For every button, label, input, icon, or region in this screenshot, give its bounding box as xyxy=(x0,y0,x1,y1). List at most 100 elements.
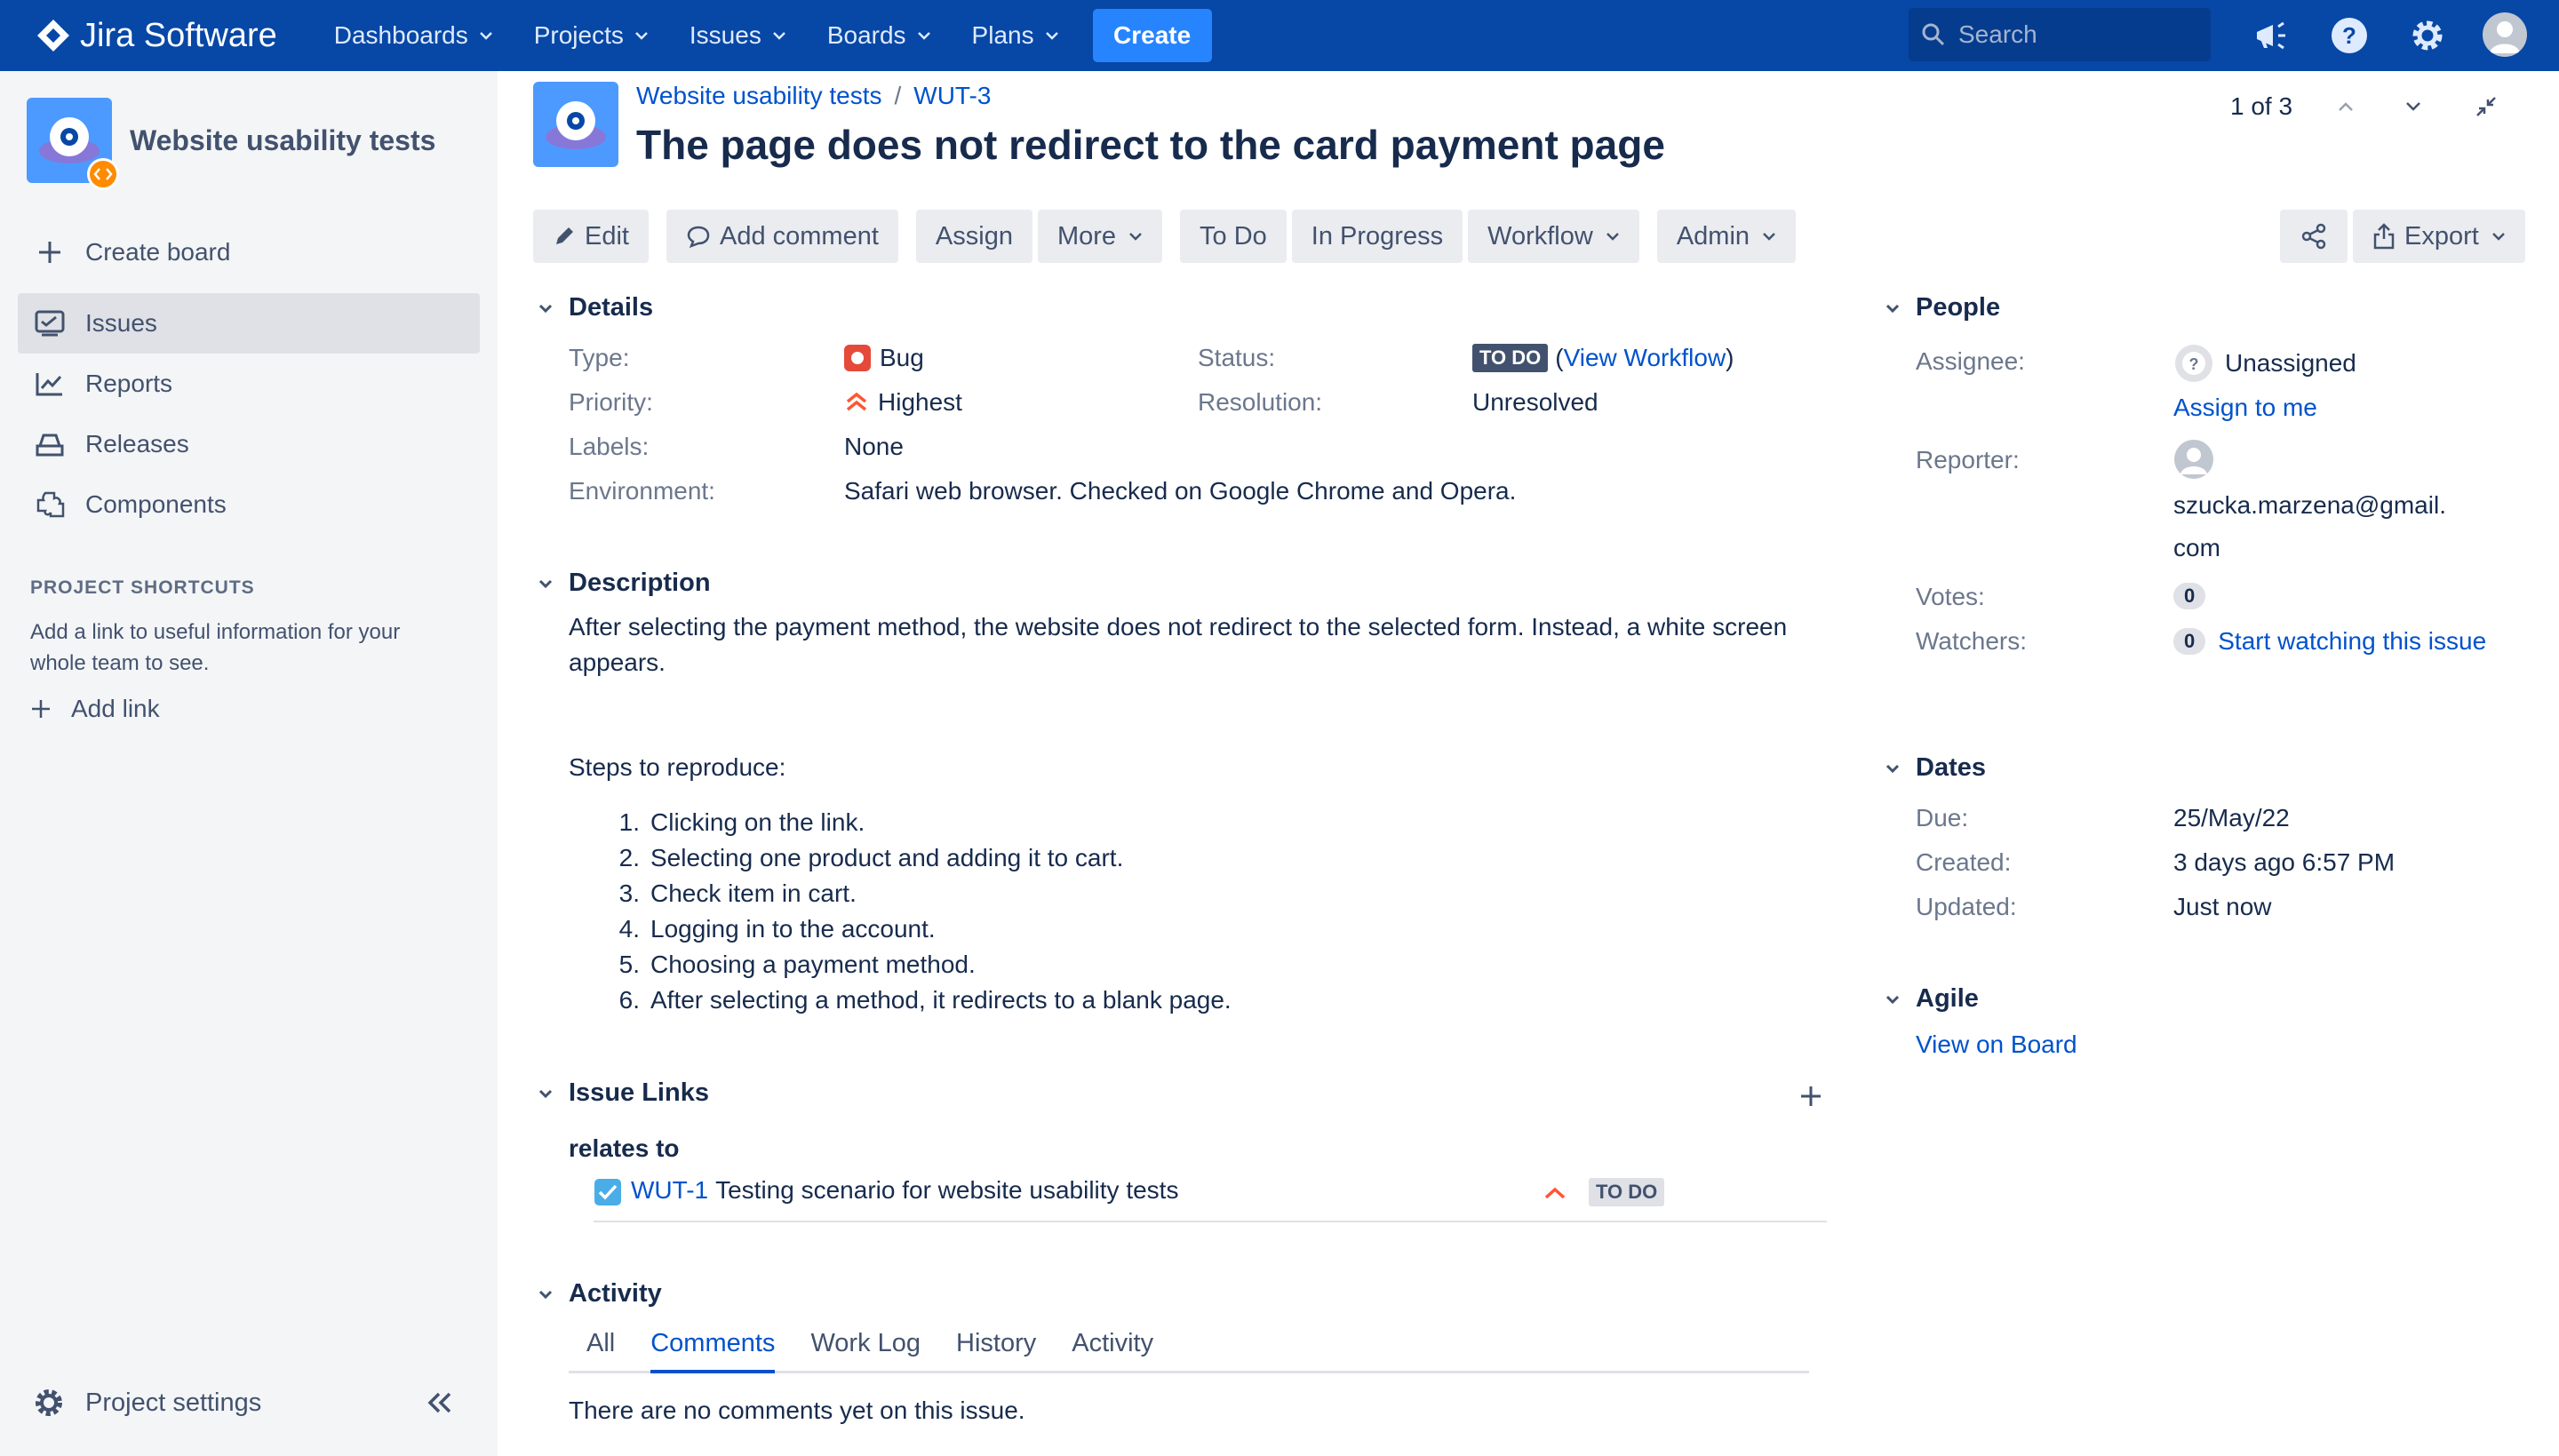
chevron-down-icon[interactable] xyxy=(2404,100,2422,113)
type-label: Type: xyxy=(569,344,630,371)
export-label: Export xyxy=(2404,221,2479,251)
people-heading: People xyxy=(1916,293,2001,322)
add-comment-label: Add comment xyxy=(719,221,879,251)
activity-section-toggle[interactable]: Activity xyxy=(533,1279,662,1309)
chevron-down-icon xyxy=(1885,764,1900,773)
breadcrumb-project-link[interactable]: Website usability tests xyxy=(636,82,882,110)
tab-work-log[interactable]: Work Log xyxy=(810,1329,921,1373)
export-icon xyxy=(2373,223,2395,250)
votes-label: Votes: xyxy=(1916,583,1985,610)
user-avatar[interactable] xyxy=(2483,12,2527,57)
task-checkbox-icon xyxy=(594,1179,621,1205)
sidebar-item-components[interactable]: Components xyxy=(18,474,480,535)
breadcrumb-issue-key[interactable]: WUT-3 xyxy=(913,82,991,110)
collapse-sidebar-icon[interactable] xyxy=(425,1389,455,1420)
chevron-down-icon xyxy=(917,32,930,40)
plus-icon xyxy=(32,240,68,265)
sidebar-item-label: Issues xyxy=(85,309,157,337)
watchers-value: 0 Start watching this issue xyxy=(2173,627,2486,656)
chevron-down-icon xyxy=(479,32,492,40)
updated-label: Updated: xyxy=(1916,893,2017,920)
updated-value: Just now xyxy=(2173,893,2272,920)
unassigned-avatar-icon: ? xyxy=(2175,345,2212,382)
notifications-icon[interactable] xyxy=(2248,12,2294,59)
search-input[interactable] xyxy=(1958,20,2198,49)
chevron-down-icon xyxy=(2491,233,2505,241)
add-comment-button[interactable]: Add comment xyxy=(666,210,898,263)
add-link-label: Add link xyxy=(71,695,160,722)
project-avatar-small[interactable] xyxy=(533,82,618,167)
admin-button[interactable]: Admin xyxy=(1656,210,1797,263)
issue-links-section-toggle[interactable]: Issue Links xyxy=(533,1078,709,1108)
more-button[interactable]: More xyxy=(1037,210,1163,263)
status-label: Status: xyxy=(1198,344,1276,371)
project-avatar[interactable] xyxy=(27,98,119,190)
sidebar-item-reports[interactable]: Reports xyxy=(18,354,480,414)
transition-in-progress-button[interactable]: In Progress xyxy=(1291,210,1463,263)
dates-section-toggle[interactable]: Dates xyxy=(1880,753,1986,783)
jira-diamond-icon xyxy=(37,20,69,52)
step-text: Choosing a payment method. xyxy=(650,951,976,978)
edit-button[interactable]: Edit xyxy=(533,210,649,263)
transition-todo-button[interactable]: To Do xyxy=(1180,210,1287,263)
share-button[interactable] xyxy=(2280,210,2348,263)
description-section-toggle[interactable]: Description xyxy=(533,569,711,598)
reports-icon xyxy=(32,370,68,397)
nav-projects[interactable]: Projects xyxy=(534,21,649,50)
assign-button[interactable]: Assign xyxy=(915,210,1032,263)
chevron-down-icon xyxy=(1763,233,1775,241)
chevron-down-icon xyxy=(538,579,553,588)
add-link-plus-icon[interactable] xyxy=(1798,1084,1823,1109)
sidebar-item-issues[interactable]: Issues xyxy=(18,293,480,354)
tab-history[interactable]: History xyxy=(956,1329,1036,1373)
list-item: 1. Clicking on the link. xyxy=(618,808,865,836)
priority-highest-icon xyxy=(846,392,867,411)
settings-icon[interactable] xyxy=(2404,12,2451,59)
project-settings-link[interactable]: Project settings xyxy=(32,1386,261,1420)
sidebar-item-label: Releases xyxy=(85,430,189,457)
assign-to-me-link[interactable]: Assign to me xyxy=(2173,394,2317,422)
jira-logo[interactable]: Jira Software xyxy=(36,17,277,55)
project-sidebar: Website usability tests Create board Iss… xyxy=(0,71,498,1456)
nav-dashboards[interactable]: Dashboards xyxy=(334,21,493,50)
chevron-up-icon[interactable] xyxy=(2337,100,2355,113)
view-on-board-link[interactable]: View on Board xyxy=(1916,1030,2077,1059)
step-text: After selecting a method, it redirects t… xyxy=(650,986,1232,1014)
linked-issue-row[interactable]: WUT-1 Testing scenario for website usabi… xyxy=(594,1176,1827,1222)
nav-boards[interactable]: Boards xyxy=(827,21,931,50)
issue-toolbar: Edit Add comment Assign More To Do In Pr… xyxy=(533,210,1801,263)
votes-count[interactable]: 0 xyxy=(2173,583,2206,609)
collapse-view-icon[interactable] xyxy=(2474,94,2499,119)
linked-issue-key[interactable]: WUT-1 xyxy=(631,1176,708,1205)
created-value: 3 days ago 6:57 PM xyxy=(2173,848,2396,876)
nav-plans[interactable]: Plans xyxy=(972,21,1059,50)
create-button[interactable]: Create xyxy=(1092,9,1212,62)
step-text: Check item in cart. xyxy=(650,879,857,907)
bug-icon xyxy=(844,345,871,371)
sidebar-item-releases[interactable]: Releases xyxy=(18,414,480,474)
search-box[interactable] xyxy=(1909,8,2211,61)
help-icon[interactable]: ? xyxy=(2326,12,2372,59)
tab-comments[interactable]: Comments xyxy=(650,1329,776,1373)
tab-all[interactable]: All xyxy=(586,1329,615,1373)
project-name: Website usability tests xyxy=(130,123,436,156)
workflow-button[interactable]: Workflow xyxy=(1468,210,1639,263)
agile-section-toggle[interactable]: Agile xyxy=(1880,984,1979,1014)
no-comments-text: There are no comments yet on this issue. xyxy=(569,1396,1025,1424)
nav-label: Dashboards xyxy=(333,21,468,49)
details-section-toggle[interactable]: Details xyxy=(533,293,653,322)
people-section-toggle[interactable]: People xyxy=(1880,293,2000,322)
watchers-count[interactable]: 0 xyxy=(2173,628,2206,655)
export-button[interactable]: Export xyxy=(2353,210,2525,263)
view-workflow-link[interactable]: View Workflow xyxy=(1564,344,1726,372)
nav-issues[interactable]: Issues xyxy=(690,21,786,50)
paren-close: ) xyxy=(1726,344,1734,371)
start-watching-link[interactable]: Start watching this issue xyxy=(2218,627,2486,656)
add-link-button[interactable]: Add link xyxy=(30,695,160,723)
activity-heading: Activity xyxy=(569,1279,662,1308)
tab-activity[interactable]: Activity xyxy=(1072,1329,1153,1373)
create-board-link[interactable]: Create board xyxy=(18,222,480,282)
environment-value: Safari web browser. Checked on Google Ch… xyxy=(844,477,1517,505)
reporter-label: Reporter: xyxy=(1916,446,2020,473)
step-text: Selecting one product and adding it to c… xyxy=(650,844,1124,871)
